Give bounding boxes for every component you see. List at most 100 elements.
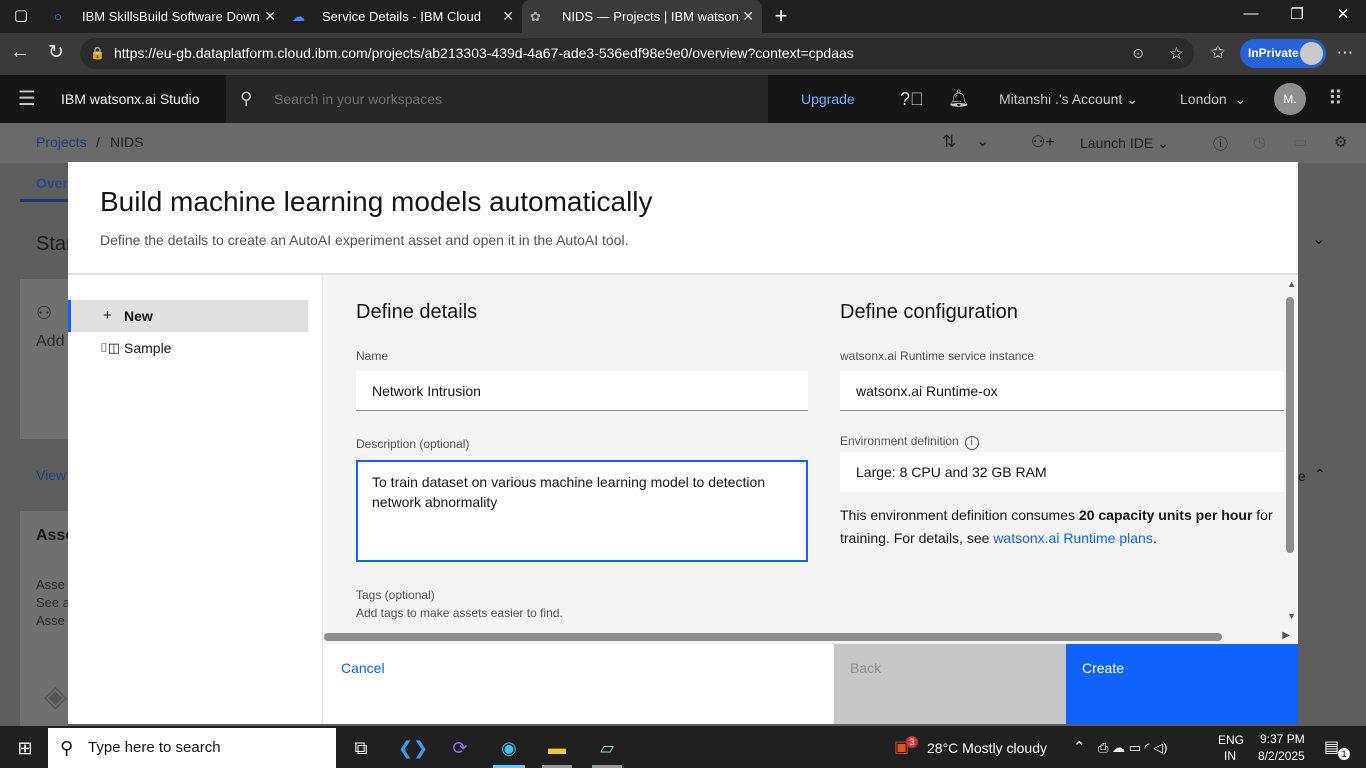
inprivate-badge[interactable]: InPrivate: [1240, 39, 1326, 68]
history-icon[interactable]: ◷: [1253, 133, 1266, 151]
consumption-text: This environment definition consumes: [840, 507, 1079, 523]
scroll-up-icon[interactable]: ▲: [1287, 279, 1296, 289]
modal-footer: Cancel Back Create: [324, 644, 1298, 724]
file-explorer-icon[interactable]: ▬: [544, 736, 570, 760]
environment-consumption-text: This environment definition consumes 20 …: [840, 504, 1280, 550]
url-field[interactable]: 🔒 https://eu-gb.dataplatform.cloud.ibm.c…: [80, 38, 1194, 69]
create-button[interactable]: Create: [1066, 644, 1298, 724]
horizontal-scrollbar-track: ▶: [324, 629, 1290, 645]
search-icon: ⚲: [60, 738, 74, 758]
runtime-label: watsonx.ai Runtime service instance: [840, 349, 1035, 363]
back-button[interactable]: Back: [834, 644, 1066, 724]
weather-badge: 3: [906, 736, 918, 748]
favorites-icon[interactable]: ✩: [1207, 43, 1229, 63]
favorite-star-icon[interactable]: ☆: [1169, 38, 1184, 69]
app-switcher-icon[interactable]: ⠿: [1328, 75, 1343, 123]
search-icon: ⚲: [240, 89, 253, 108]
new-tab-button[interactable]: +: [766, 3, 796, 29]
breadcrumb-separator: /: [96, 134, 100, 150]
runtime-select[interactable]: watsonx.ai Runtime-ox: [840, 371, 1284, 411]
chevron-down-icon[interactable]: ⌄: [976, 131, 989, 151]
import-export-icon[interactable]: ⇅: [942, 132, 956, 152]
add-label: Add: [36, 333, 65, 350]
search-placeholder: Search in your workspaces: [274, 91, 443, 107]
environment-select[interactable]: Large: 8 CPU and 32 GB RAM: [840, 452, 1284, 492]
tab-actions-icon[interactable]: ▢: [6, 6, 36, 24]
notification-bell-icon[interactable]: 🔔︎: [948, 75, 970, 123]
user-avatar[interactable]: M.: [1274, 83, 1306, 115]
environment-label: Environment definition i: [840, 434, 979, 450]
region-switcher[interactable]: London ⌄: [1180, 75, 1246, 123]
more-dots-icon[interactable]: ⊙: [1132, 38, 1144, 69]
nav-item-new[interactable]: + New: [68, 300, 308, 332]
close-window-icon[interactable]: ✕: [1328, 5, 1358, 23]
notepad-icon[interactable]: ▱: [594, 736, 620, 760]
profile-avatar-icon: [1300, 42, 1323, 65]
hamburger-menu-icon[interactable]: ☰: [18, 75, 36, 123]
view-link: View: [36, 467, 67, 483]
weather-icon[interactable]: ▣: [894, 728, 909, 768]
chevron-down-icon: ⌄: [1157, 135, 1169, 151]
windows-start-icon[interactable]: ⊞: [12, 736, 38, 760]
breadcrumb-projects[interactable]: Projects: [36, 134, 87, 150]
name-label: Name: [356, 349, 389, 363]
address-bar-row: ← ↻ 🔒 https://eu-gb.dataplatform.cloud.i…: [0, 33, 1366, 75]
name-input[interactable]: Network Intrusion: [356, 371, 808, 411]
description-textarea[interactable]: To train dataset on various machine lear…: [356, 460, 808, 562]
close-tab-icon[interactable]: ✕: [742, 8, 754, 25]
nav-item-sample[interactable]: ⌷◫ Sample: [68, 332, 308, 364]
chevron-down-icon: ⌄: [1234, 91, 1247, 107]
chevron-up-icon[interactable]: ⌃: [1073, 728, 1086, 768]
add-user-icon: ⚇: [36, 303, 53, 323]
launch-ide-menu[interactable]: Launch IDE ⌄: [1080, 135, 1169, 152]
close-tab-icon[interactable]: ✕: [264, 8, 276, 25]
restore-icon[interactable]: ❐: [1282, 5, 1312, 23]
modal-subtitle: Define the details to create an AutoAI e…: [100, 232, 629, 248]
sample-icon: ⌷◫: [100, 340, 121, 355]
comment-icon[interactable]: ▭: [1293, 133, 1307, 151]
url-text: https://eu-gb.dataplatform.cloud.ibm.com…: [114, 45, 854, 61]
browser-tab-service-details[interactable]: ☁ Service Details - IBM Cloud ✕: [284, 0, 522, 33]
tab-title: Service Details - IBM Cloud: [322, 9, 481, 24]
description-label: Description (optional): [356, 437, 470, 451]
app-icon[interactable]: ⟳: [447, 736, 473, 760]
tray-icons[interactable]: ⎙ ☁ ▭ ◜ ◁): [1098, 728, 1168, 768]
horizontal-scrollbar[interactable]: [324, 633, 1222, 641]
workspace-search[interactable]: ⚲ Search in your workspaces: [226, 75, 768, 123]
scroll-right-icon[interactable]: ▶: [1282, 630, 1290, 641]
account-label: Mitanshi .'s Account: [999, 91, 1123, 107]
chevron-up-icon: ⌃: [1314, 466, 1326, 482]
back-arrow-icon[interactable]: ←: [9, 41, 31, 64]
cancel-button[interactable]: Cancel: [324, 644, 834, 724]
scroll-down-icon[interactable]: ▼: [1287, 611, 1296, 621]
info-icon[interactable]: i: [964, 436, 979, 450]
vertical-scrollbar[interactable]: [1286, 297, 1294, 553]
tags-label: Tags (optional): [356, 588, 435, 602]
browser-tab-nids[interactable]: ✿ NIDS — Projects | IBM watsonx.ai ✕: [522, 0, 762, 33]
help-icon[interactable]: ?⃝: [900, 75, 924, 123]
browser-menu-icon[interactable]: ⋯: [1334, 43, 1356, 63]
account-switcher[interactable]: Mitanshi .'s Account ⌄: [999, 75, 1138, 123]
task-view-icon[interactable]: ⧉: [348, 736, 374, 760]
minimize-icon[interactable]: —: [1236, 5, 1266, 22]
upgrade-link[interactable]: Upgrade: [801, 75, 855, 123]
chevron-down-icon: ⌄: [1312, 231, 1326, 248]
browser-tab-skillsbuild[interactable]: ○ IBM SkillsBuild Software Downloa ✕: [44, 0, 284, 33]
taskbar-search[interactable]: ⚲ Type here to search: [48, 728, 336, 768]
overview-tab: Over: [36, 175, 68, 191]
product-name[interactable]: IBM watsonx.ai Studio: [61, 75, 200, 123]
runtime-plans-link[interactable]: watsonx.ai Runtime plans: [993, 530, 1153, 546]
add-collaborator-icon[interactable]: ⚇+: [1031, 132, 1055, 152]
close-tab-icon[interactable]: ✕: [502, 8, 514, 25]
vscode-icon[interactable]: ❮❯: [398, 736, 428, 760]
refresh-icon[interactable]: ↻: [45, 41, 67, 64]
tab-title: NIDS — Projects | IBM watsonx.ai: [562, 9, 740, 24]
edge-icon[interactable]: ◉: [496, 736, 522, 760]
language-label[interactable]: ENG: [1218, 733, 1244, 747]
notification-center-icon[interactable]: ▤: [1324, 728, 1339, 768]
define-configuration-heading: Define configuration: [840, 301, 1018, 323]
info-icon[interactable]: ⓘ: [1213, 133, 1228, 154]
manage-icon[interactable]: ⚙: [1334, 133, 1347, 151]
clock-time[interactable]: 9:37 PM: [1260, 732, 1305, 746]
weather-text[interactable]: 28°C Mostly cloudy: [927, 728, 1047, 768]
